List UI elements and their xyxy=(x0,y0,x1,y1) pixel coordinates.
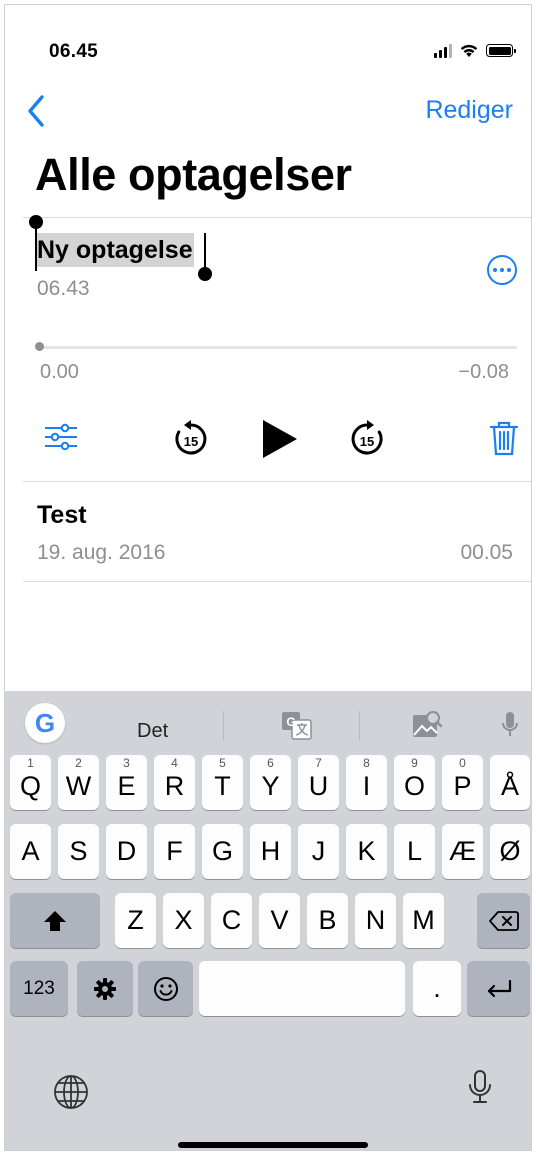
edit-button[interactable]: Rediger xyxy=(425,96,513,125)
numbers-key[interactable]: 123 xyxy=(10,961,68,1016)
skip-back-15-icon: 15 xyxy=(175,420,207,455)
translate-icon[interactable]: G xyxy=(281,711,313,741)
return-arrow-icon xyxy=(487,979,511,997)
shift-key[interactable] xyxy=(10,893,100,948)
image-search-icon[interactable] xyxy=(411,709,443,741)
skip-back-seconds: 15 xyxy=(184,434,198,449)
status-icons xyxy=(434,43,516,58)
key-y[interactable]: 6Y xyxy=(250,755,291,810)
skip-forward-15-icon: 15 xyxy=(351,420,383,455)
divider xyxy=(23,217,531,218)
space-key[interactable] xyxy=(199,961,405,1016)
status-time: 06.45 xyxy=(49,41,99,62)
selection-start-handle[interactable] xyxy=(29,215,43,271)
key-s[interactable]: S xyxy=(58,824,99,879)
key-b[interactable]: B xyxy=(307,893,348,948)
trash-icon[interactable] xyxy=(489,419,519,457)
key-i[interactable]: 8I xyxy=(346,755,387,810)
key-oe[interactable]: Ø xyxy=(490,824,530,879)
key-u[interactable]: 7U xyxy=(298,755,339,810)
more-options-icon[interactable] xyxy=(487,255,517,285)
gear-icon xyxy=(94,977,116,1000)
keyboard: G Det G 1Q 2W 3 E 4 R 5 T 6 Y 7 U 8 I 9 … xyxy=(5,691,531,1150)
battery-icon xyxy=(486,44,516,57)
divider xyxy=(23,481,531,482)
play-icon[interactable] xyxy=(261,417,301,461)
key-a[interactable]: A xyxy=(10,824,51,879)
key-d[interactable]: D xyxy=(106,824,147,879)
emoji-smiley-icon xyxy=(153,976,178,1001)
elapsed-time: 0.00 xyxy=(40,361,79,383)
cellular-signal-icon xyxy=(434,43,452,58)
key-e[interactable]: 3E xyxy=(106,755,147,810)
backspace-key[interactable] xyxy=(477,893,530,948)
recording-date: 19. aug. 2016 xyxy=(37,541,166,564)
suggestion-divider xyxy=(359,711,360,741)
key-aa[interactable]: Å xyxy=(490,755,530,810)
key-k[interactable]: K xyxy=(346,824,387,879)
dictation-mic-icon[interactable] xyxy=(467,1069,493,1109)
remaining-time: −0.08 xyxy=(458,361,509,383)
key-o[interactable]: 9O xyxy=(394,755,435,810)
key-f[interactable]: F xyxy=(154,824,195,879)
divider xyxy=(23,581,531,582)
scrubber-knob[interactable] xyxy=(35,342,44,351)
globe-icon[interactable] xyxy=(52,1073,90,1111)
recording-name: Test xyxy=(37,501,87,529)
settings-key[interactable] xyxy=(77,961,133,1016)
recording-name-field[interactable]: Ny optagelse xyxy=(37,233,194,269)
key-h[interactable]: H xyxy=(250,824,291,879)
key-n[interactable]: N xyxy=(355,893,396,948)
skip-forward-button[interactable]: 15 xyxy=(347,419,387,459)
recording-name-selected-text[interactable]: Ny optagelse xyxy=(37,233,194,267)
voice-input-icon[interactable] xyxy=(501,711,519,741)
key-q[interactable]: 1Q xyxy=(10,755,51,810)
skip-forward-seconds: 15 xyxy=(360,434,374,449)
key-g[interactable]: G xyxy=(202,824,243,879)
suggestion-divider xyxy=(223,711,224,741)
key-v[interactable]: V xyxy=(259,893,300,948)
home-indicator xyxy=(178,1142,368,1148)
voice-memos-screen: 06.45 Rediger Alle optagelser Ny optagel… xyxy=(4,4,532,1151)
google-logo-icon[interactable]: G xyxy=(25,703,65,743)
svg-text:G: G xyxy=(286,715,295,729)
shift-arrow-icon xyxy=(44,910,66,931)
recording-duration: 00.05 xyxy=(460,541,513,564)
return-key[interactable] xyxy=(467,961,530,1016)
recording-date: 06.43 xyxy=(37,277,90,300)
key-x[interactable]: X xyxy=(163,893,204,948)
suggestion-word[interactable]: Det xyxy=(137,720,168,743)
selection-end-handle[interactable] xyxy=(198,233,212,281)
key-l[interactable]: L xyxy=(394,824,435,879)
back-chevron-icon[interactable] xyxy=(23,91,51,131)
backspace-icon xyxy=(488,910,519,931)
skip-back-button[interactable]: 15 xyxy=(171,419,211,459)
key-t[interactable]: 5T xyxy=(202,755,243,810)
suggestion-bar: G Det G xyxy=(5,691,531,757)
key-p[interactable]: 0P xyxy=(442,755,483,810)
settings-sliders-icon[interactable] xyxy=(43,422,79,452)
key-w[interactable]: 2W xyxy=(58,755,99,810)
playback-scrubber[interactable] xyxy=(37,346,517,349)
key-z[interactable]: Z xyxy=(115,893,156,948)
key-r[interactable]: 4R xyxy=(154,755,195,810)
key-c[interactable]: C xyxy=(211,893,252,948)
emoji-key[interactable] xyxy=(138,961,193,1016)
key-ae[interactable]: Æ xyxy=(442,824,483,879)
key-m[interactable]: M xyxy=(403,893,444,948)
key-j[interactable]: J xyxy=(298,824,339,879)
wifi-icon xyxy=(460,44,478,57)
page-title: Alle optagelser xyxy=(35,149,352,200)
period-key[interactable]: . xyxy=(413,961,461,1016)
